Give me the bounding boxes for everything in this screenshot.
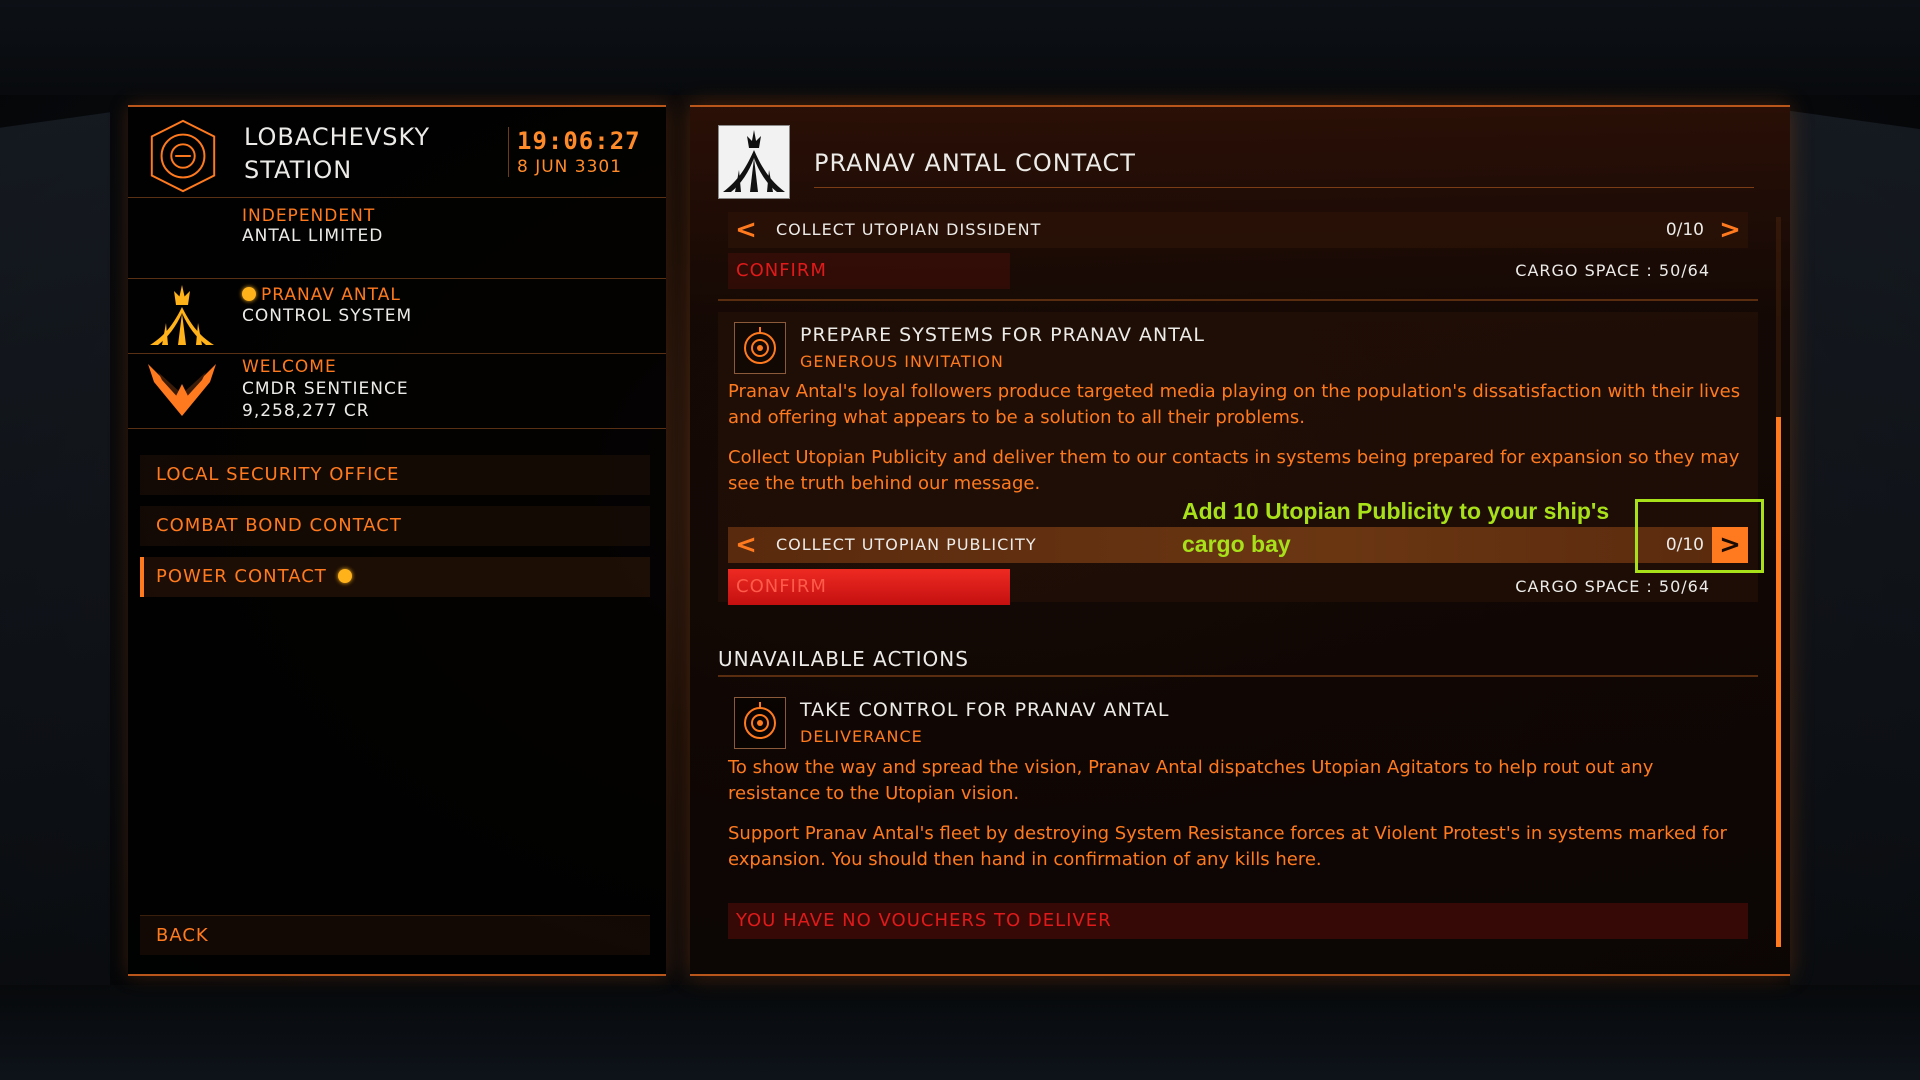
clock-block: 19:06:27 8 JUN 3301 — [508, 127, 641, 177]
mission-title: TAKE CONTROL FOR PRANAV ANTAL — [800, 699, 1170, 721]
station-name: LOBACHEVSKY STATION — [244, 123, 431, 184]
services-menu: LOCAL SECURITY OFFICE COMBAT BOND CONTAC… — [140, 444, 650, 597]
menu-item-combat-bond-contact[interactable]: COMBAT BOND CONTACT — [140, 506, 650, 546]
section-divider — [718, 299, 1758, 301]
cockpit-frame-bottom — [0, 985, 1920, 1080]
action-label: COLLECT UTOPIAN DISSIDENT — [776, 220, 1042, 239]
station-header: LOBACHEVSKY STATION 19:06:27 8 JUN 3301 — [128, 107, 666, 198]
mission-subtitle: GENEROUS INVITATION — [800, 352, 1004, 371]
pranav-antal-power-icon — [150, 285, 214, 345]
cockpit-strut-left — [0, 112, 110, 1028]
action-label: COLLECT UTOPIAN PUBLICITY — [776, 535, 1037, 554]
mission-target-icon — [734, 697, 786, 749]
contact-title: PRANAV ANTAL CONTACT — [814, 149, 1136, 177]
section-divider — [718, 675, 1758, 677]
unavailable-actions-heading: UNAVAILABLE ACTIONS — [718, 647, 969, 671]
power-status: CONTROL SYSTEM — [242, 306, 413, 326]
power-info: PRANAV ANTAL CONTROL SYSTEM — [128, 279, 666, 354]
no-vouchers-notice: YOU HAVE NO VOUCHERS TO DELIVER — [728, 903, 1748, 939]
sun-marker-icon — [337, 569, 352, 583]
power-text: PRANAV ANTAL CONTROL SYSTEM — [242, 285, 412, 327]
menu-item-power-contact[interactable]: POWER CONTACT — [140, 557, 650, 597]
game-clock: 19:06:27 — [517, 127, 641, 155]
game-date: 8 JUN 3301 — [517, 157, 623, 177]
annotation-highlight-box — [1635, 499, 1764, 573]
commander-name: CMDR SENTIENCE — [242, 379, 409, 399]
scrollbar-thumb[interactable] — [1776, 417, 1781, 947]
back-button[interactable]: BACK — [140, 915, 650, 955]
station-services-panel: LOBACHEVSKY STATION 19:06:27 8 JUN 3301 … — [128, 105, 666, 976]
chevron-left-icon[interactable]: < — [728, 527, 764, 563]
mission-description: To show the way and spread the vision, P… — [728, 757, 1654, 804]
cockpit-frame-top — [0, 0, 1920, 95]
title-divider — [814, 187, 1754, 188]
welcome-text: WELCOME CMDR SENTIENCE 9,258,277 CR — [242, 356, 409, 422]
rank-wings-icon — [148, 364, 216, 416]
mission-target-icon — [734, 322, 786, 374]
menu-item-label: POWER CONTACT — [156, 566, 327, 587]
confirm-button[interactable]: CONFIRM — [728, 253, 1010, 289]
confirm-button[interactable]: CONFIRM — [728, 569, 1010, 605]
cockpit-strut-right — [1790, 110, 1920, 1030]
cargo-space: CARGO SPACE : 50/64 — [1515, 577, 1710, 596]
annotation-text: Add 10 Utopian Publicity to your ship's … — [1182, 498, 1610, 557]
collect-dissident-row: < COLLECT UTOPIAN DISSIDENT 0/10 > — [728, 212, 1748, 248]
faction-info: INDEPENDENT ANTAL LIMITED — [128, 198, 666, 279]
allegiance-label: INDEPENDENT — [242, 206, 376, 226]
mission-description: Collect Utopian Publicity and deliver th… — [728, 447, 1740, 494]
chevron-right-icon[interactable]: > — [1712, 212, 1748, 248]
cargo-space: CARGO SPACE : 50/64 — [1515, 261, 1710, 280]
commander-info: WELCOME CMDR SENTIENCE 9,258,277 CR — [128, 354, 666, 429]
pranav-antal-power-icon — [718, 125, 790, 199]
mission-description: Support Pranav Antal's fleet by destroyi… — [728, 823, 1727, 870]
commander-credits: 9,258,277 CR — [242, 401, 370, 421]
menu-item-local-security-office[interactable]: LOCAL SECURITY OFFICE — [140, 455, 650, 495]
faction-name: ANTAL LIMITED — [242, 226, 384, 246]
station-emblem-icon — [150, 119, 216, 193]
quantity-count: 0/10 — [1665, 220, 1704, 240]
sun-marker-icon — [242, 287, 256, 301]
mission-description: Pranav Antal's loyal followers produce t… — [728, 381, 1741, 428]
mission-subtitle: DELIVERANCE — [800, 727, 923, 746]
power-name: PRANAV ANTAL — [261, 285, 401, 305]
chevron-left-icon[interactable]: < — [728, 212, 764, 248]
mission-title: PREPARE SYSTEMS FOR PRANAV ANTAL — [800, 324, 1205, 346]
deliverance-mission: TAKE CONTROL FOR PRANAV ANTAL DELIVERANC… — [718, 687, 1758, 757]
welcome-label: WELCOME — [242, 357, 337, 377]
